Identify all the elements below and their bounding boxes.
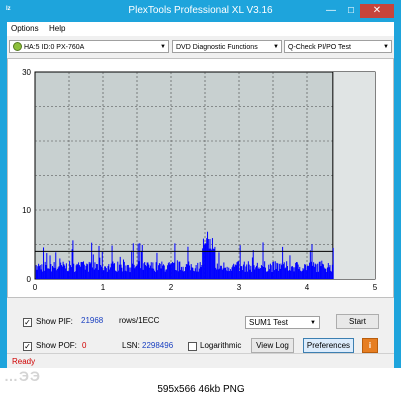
lsn-label: LSN: (122, 341, 140, 350)
menu-bar: Options Help (7, 22, 394, 36)
x-tick-label: 1 (101, 283, 106, 292)
y-tick-label: 0 (27, 275, 32, 284)
toolbar: HA:5 ID:0 PX-760A ▼ DVD Diagnostic Funct… (7, 38, 394, 56)
show-pof-checkbox[interactable]: ✓ (23, 342, 32, 351)
chevron-down-icon: ▼ (310, 320, 316, 326)
x-tick-label: 4 (305, 283, 310, 292)
image-caption: 595x566 46kb PNG (157, 384, 245, 395)
chevron-down-icon: ▼ (273, 44, 279, 50)
unscanned-region (332, 72, 375, 279)
logarithmic-checkbox[interactable] (188, 342, 197, 351)
maximize-button[interactable]: ☐ (342, 4, 360, 18)
view-log-button[interactable]: View Log (251, 338, 294, 353)
show-pif-checkbox[interactable]: ✓ (23, 318, 32, 327)
minimize-button[interactable]: — (322, 4, 340, 18)
close-button[interactable]: ✕ (360, 4, 394, 18)
pi-bar (332, 247, 334, 279)
chevron-down-icon: ▼ (160, 44, 166, 50)
title-bar[interactable]: lz PlexTools Professional XL V3.16 — ☐ ✕ (0, 0, 401, 22)
sum-test-select[interactable]: SUM1 Test ▼ (245, 316, 320, 329)
image-footer: …ЭЭ 595x566 46kb PNG (0, 368, 402, 398)
drive-select[interactable]: HA:5 ID:0 PX-760A ▼ (9, 40, 169, 53)
test-select[interactable]: Q-Check PI/PO Test ▼ (284, 40, 392, 53)
start-button[interactable]: Start (336, 314, 379, 329)
show-pif-label: Show PIF: (36, 317, 73, 326)
info-button[interactable]: i (362, 338, 378, 353)
pif-unit: rows/1ECC (119, 316, 160, 325)
preferences-button[interactable]: Preferences (303, 338, 354, 353)
x-tick-label: 5 (373, 283, 378, 292)
status-bar: Ready (7, 353, 394, 369)
window-title: PlexTools Professional XL V3.16 (128, 5, 273, 16)
background-text: …ЭЭ (4, 368, 41, 384)
client-area: Options Help HA:5 ID:0 PX-760A ▼ DVD Dia… (7, 22, 394, 369)
x-tick-label: 0 (33, 283, 38, 292)
pi-po-chart: 0 1 2 3 4 5 0 10 30 (22, 68, 378, 292)
sum-test-select-value: SUM1 Test (249, 318, 288, 327)
menu-options[interactable]: Options (11, 24, 39, 33)
logarithmic-label: Logarithmic (200, 341, 242, 350)
x-tick-label: 2 (169, 283, 174, 292)
menu-help[interactable]: Help (49, 24, 65, 33)
x-tick-label: 3 (237, 283, 242, 292)
pif-value: 21968 (81, 316, 104, 325)
function-select[interactable]: DVD Diagnostic Functions ▼ (172, 40, 282, 53)
drive-icon (13, 42, 22, 51)
show-pof-label: Show POF: (36, 341, 77, 350)
chevron-down-icon: ▼ (383, 44, 389, 50)
drive-select-value: HA:5 ID:0 PX-760A (24, 44, 85, 51)
app-window: lz PlexTools Professional XL V3.16 — ☐ ✕… (0, 0, 401, 369)
status-text: Ready (12, 357, 36, 366)
test-select-value: Q-Check PI/PO Test (288, 44, 351, 51)
y-tick-label: 30 (22, 68, 31, 77)
lsn-value: 2298496 (142, 341, 174, 350)
function-select-value: DVD Diagnostic Functions (176, 44, 258, 51)
chart-panel: 0 1 2 3 4 5 0 10 30 (7, 58, 394, 298)
pof-value: 0 (82, 341, 87, 350)
y-tick-label: 10 (22, 206, 31, 215)
